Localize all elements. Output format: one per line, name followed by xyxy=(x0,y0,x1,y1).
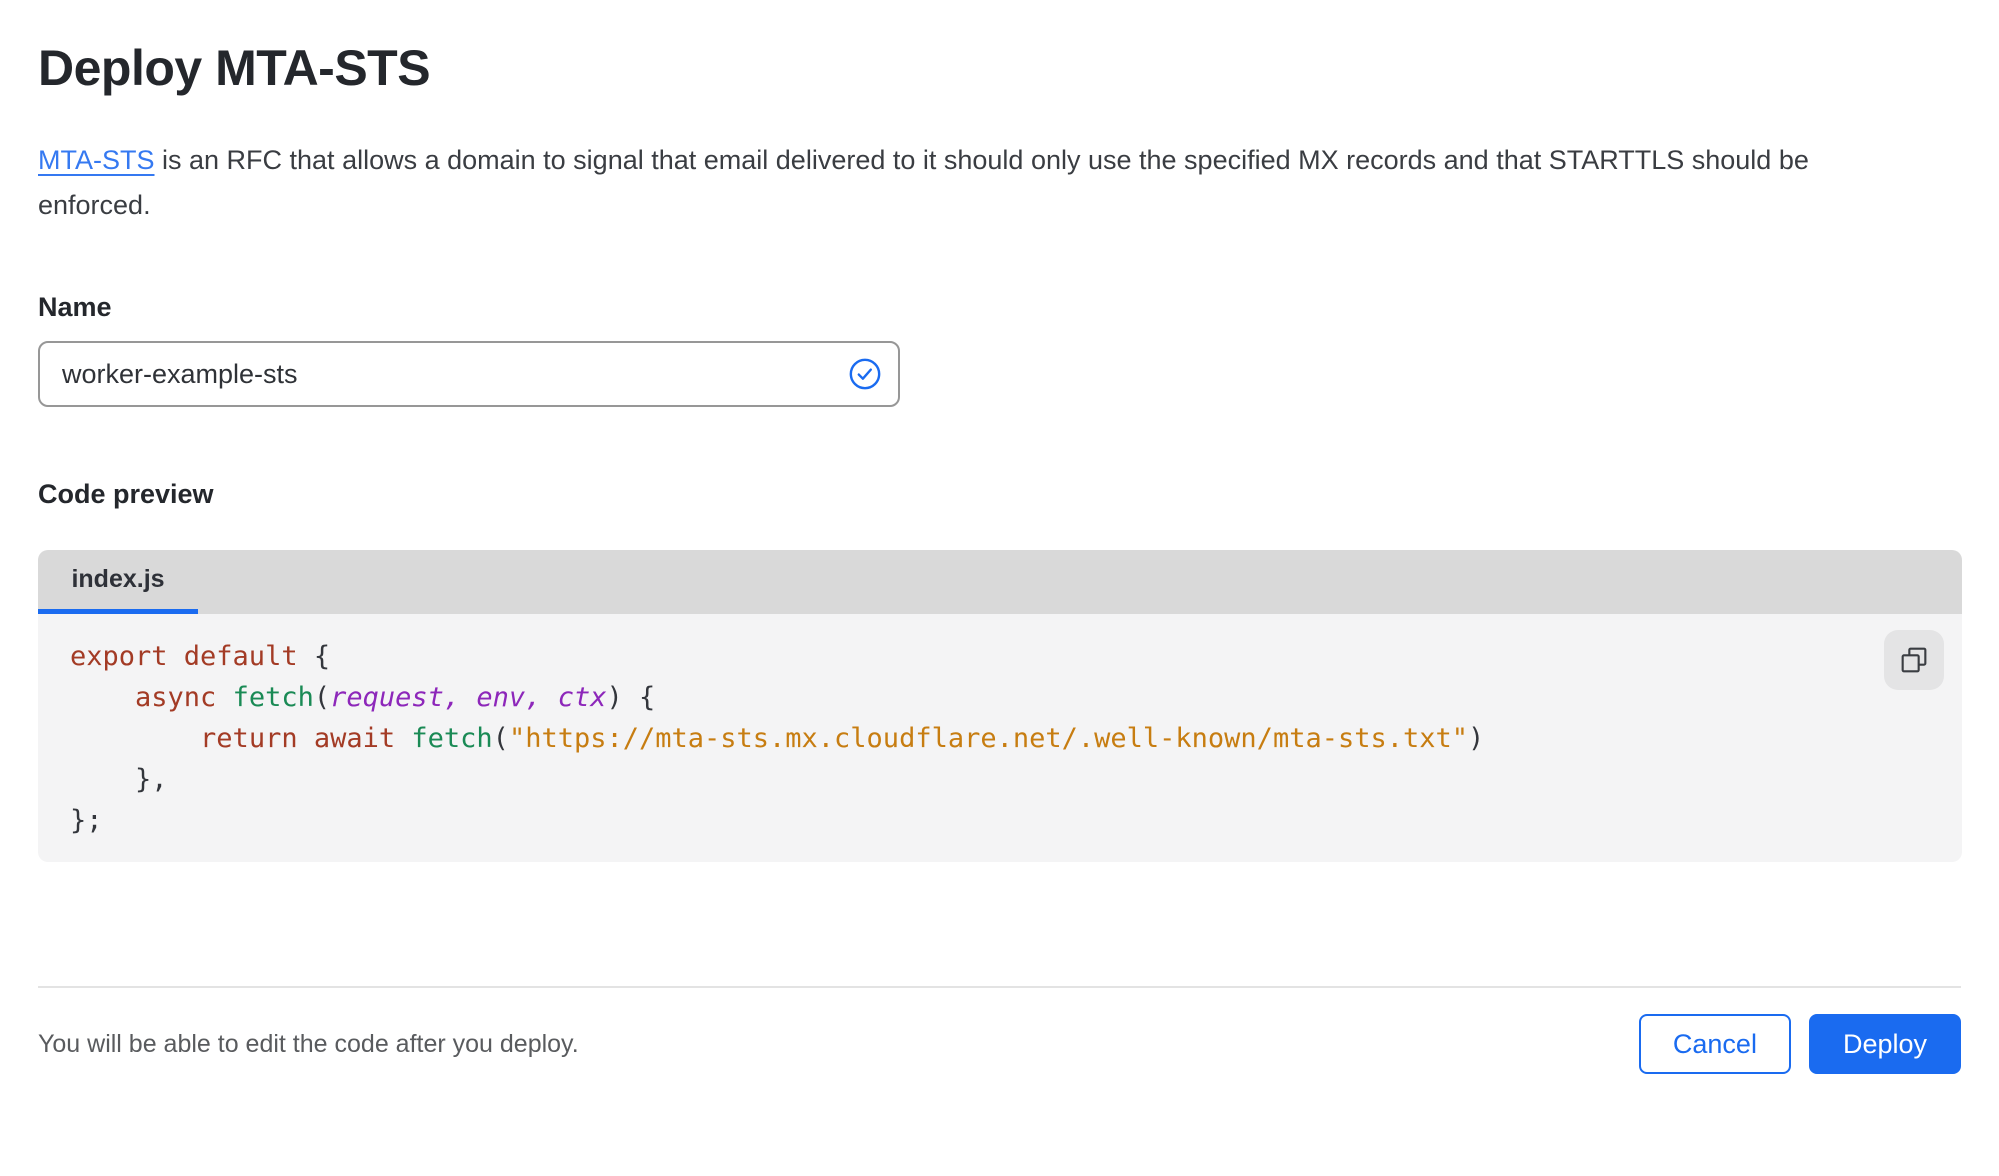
worker-name-input[interactable] xyxy=(62,358,848,390)
code-line: }; xyxy=(70,805,103,836)
name-label: Name xyxy=(38,292,112,322)
code-preview-label: Code preview xyxy=(38,479,214,509)
code-line: }, xyxy=(70,764,168,795)
footer: You will be able to edit the code after … xyxy=(38,988,1961,1074)
deploy-button[interactable]: Deploy xyxy=(1808,1014,1961,1074)
page-title: Deploy MTA-STS xyxy=(38,40,431,96)
code-line: export default { xyxy=(70,641,331,672)
footer-note: You will be able to edit the code after … xyxy=(38,1029,579,1058)
code-tab-bar: index.js xyxy=(38,550,1962,614)
tab-index-js[interactable]: index.js xyxy=(38,550,198,614)
copy-code-button[interactable] xyxy=(1884,630,1944,690)
code-line: async fetch(request, env, ctx) { xyxy=(135,682,656,713)
footer-actions: Cancel Deploy xyxy=(1638,1014,1961,1074)
deploy-mta-sts-page: Deploy MTA-STS MTA-STS is an RFC that al… xyxy=(0,38,1999,1074)
code-content: export default { async fetch(request, en… xyxy=(38,636,1962,841)
mta-sts-link[interactable]: MTA-STS xyxy=(38,145,155,175)
code-preview-block: index.js export default { async fetch(re… xyxy=(38,550,1962,862)
page-description: MTA-STS is an RFC that allows a domain t… xyxy=(38,138,1898,228)
worker-name-field xyxy=(38,341,900,407)
cancel-button[interactable]: Cancel xyxy=(1638,1014,1791,1074)
copy-icon xyxy=(1898,644,1930,676)
page-description-text: is an RFC that allows a domain to signal… xyxy=(38,145,1809,220)
code-line: return await fetch("https://mta-sts.mx.c… xyxy=(200,723,1485,754)
check-circle-icon xyxy=(848,357,882,391)
code-area: export default { async fetch(request, en… xyxy=(38,614,1962,862)
